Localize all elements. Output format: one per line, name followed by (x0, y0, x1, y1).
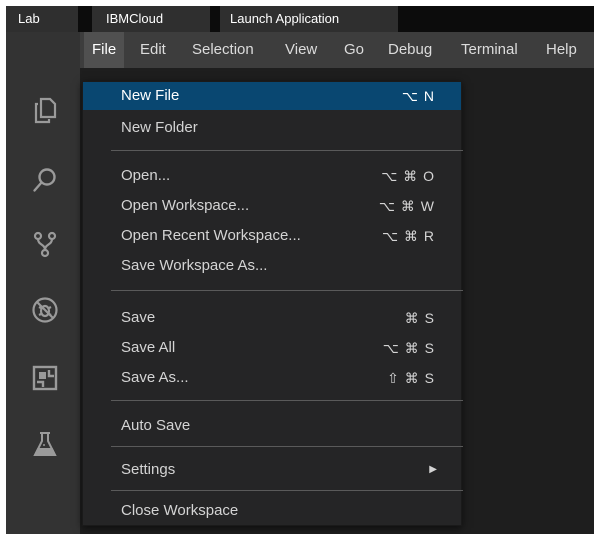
menu-item-label: Open Workspace... (121, 197, 250, 214)
menu-item-label: Save As... (121, 369, 189, 386)
menu-item-open-workspace[interactable]: Open Workspace... ⌥ ⌘ W (83, 192, 461, 220)
menu-item-close-workspace[interactable]: Close Workspace (83, 497, 461, 525)
menu-item-label: New File (121, 87, 180, 104)
menu-item-open-recent-workspace[interactable]: Open Recent Workspace... ⌥ ⌘ R (83, 222, 461, 250)
menu-item-settings[interactable]: Settings ▶ (83, 456, 461, 484)
menu-item-shortcut: ⌥ ⌘ S (382, 340, 435, 356)
tab-launch-application[interactable]: Launch Application (220, 6, 398, 32)
menu-item-new-folder[interactable]: New Folder (83, 114, 461, 142)
menubar-left-spacer (6, 32, 80, 68)
menu-separator (111, 290, 463, 291)
debug-icon[interactable] (31, 296, 59, 324)
activity-bar (6, 68, 80, 534)
menu-separator (111, 400, 463, 401)
menu-item-save-as[interactable]: Save As... ⇧ ⌘ S (83, 364, 461, 392)
tab-lab[interactable]: Lab (6, 6, 78, 32)
menu-item-label: Auto Save (121, 417, 191, 434)
tab-ibmcloud[interactable]: IBMCloud (92, 6, 210, 32)
menu-item-label: Settings (121, 461, 176, 478)
menu-terminal[interactable]: Terminal (461, 32, 518, 68)
menu-item-auto-save[interactable]: Auto Save (83, 412, 461, 440)
extensions-icon[interactable] (31, 364, 59, 392)
menu-separator (111, 446, 463, 447)
menu-item-shortcut: ⌥ ⌘ O (381, 168, 435, 184)
submenu-arrow-icon: ▶ (429, 464, 437, 475)
menu-help[interactable]: Help (546, 32, 577, 68)
menu-edit[interactable]: Edit (140, 32, 166, 68)
menu-item-label: Open... (121, 167, 171, 184)
menu-go[interactable]: Go (344, 32, 364, 68)
source-control-icon[interactable] (31, 230, 59, 258)
menu-item-shortcut: ⌥ ⌘ R (381, 228, 435, 244)
menu-item-open[interactable]: Open... ⌥ ⌘ O (83, 162, 461, 190)
menu-separator (111, 490, 463, 491)
tab-strip: Lab IBMCloud Launch Application (6, 6, 594, 32)
menu-item-save-workspace-as[interactable]: Save Workspace As... (83, 252, 461, 280)
menu-item-save-all[interactable]: Save All ⌥ ⌘ S (83, 334, 461, 362)
menu-bar: File Edit Selection View Go Debug Termin… (6, 32, 594, 68)
menu-item-label: Open Recent Workspace... (121, 227, 301, 244)
menu-item-save[interactable]: Save ⌘ S (83, 304, 461, 332)
app-window: Lab IBMCloud Launch Application File Edi… (6, 6, 594, 534)
menu-item-shortcut: ⇧ ⌘ S (387, 370, 435, 386)
menu-debug[interactable]: Debug (388, 32, 432, 68)
menu-item-shortcut: ⌘ S (404, 310, 435, 326)
file-menu-dropdown: New File ⌥ N New Folder Open... ⌥ ⌘ O Op… (82, 81, 463, 526)
flask-icon[interactable] (31, 430, 59, 458)
menu-view[interactable]: View (285, 32, 317, 68)
explorer-icon[interactable] (31, 96, 59, 124)
menu-item-label: Save (121, 309, 156, 326)
search-icon[interactable] (31, 166, 59, 194)
menu-item-label: Save Workspace As... (121, 257, 268, 274)
menu-file[interactable]: File (84, 32, 125, 68)
menu-item-label: Save All (121, 339, 176, 356)
menu-separator (111, 150, 463, 151)
menu-item-new-file[interactable]: New File ⌥ N (83, 82, 461, 110)
menu-item-shortcut: ⌥ N (401, 88, 435, 104)
menu-item-label: New Folder (121, 119, 198, 136)
menu-item-label: Close Workspace (121, 502, 239, 519)
menu-item-shortcut: ⌥ ⌘ W (378, 198, 435, 214)
menu-selection[interactable]: Selection (192, 32, 254, 68)
